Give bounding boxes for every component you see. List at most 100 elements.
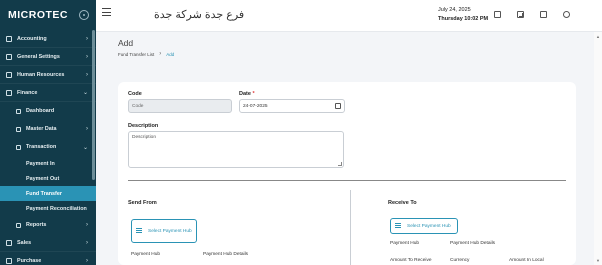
chevron-right-icon: ›	[86, 239, 88, 246]
code-label: Code	[128, 91, 142, 97]
receive-payment-hub-header: Payment Hub	[390, 241, 420, 246]
sidebar-item-purchase[interactable]: Purchase ›	[0, 252, 96, 265]
page-header: Add	[118, 38, 133, 48]
people-icon	[6, 71, 12, 78]
description-label: Description	[128, 123, 159, 129]
chevron-right-icon: ›	[86, 53, 88, 60]
sidebar-item-label: Dashboard	[26, 108, 55, 114]
list-icon	[136, 227, 142, 235]
chevron-right-icon: ›	[86, 35, 88, 42]
send-select-payment-hub-button[interactable]: Select Payment Hub	[131, 219, 197, 243]
date-field[interactable]: 24-07-2025	[239, 99, 345, 113]
receive-to-title: Receive To	[388, 200, 417, 206]
sidebar-item-payment-in[interactable]: Payment In	[0, 156, 96, 171]
chevron-right-icon: ›	[159, 51, 162, 57]
date-label: Date *	[239, 91, 255, 97]
scroll-down-icon[interactable]: ▼	[596, 258, 600, 263]
sidebar-item-label: Master Data	[26, 126, 57, 132]
date-label-text: Date	[239, 91, 251, 97]
sidebar-item-label: Payment In	[26, 160, 55, 167]
button-label: Select Payment Hub	[407, 223, 451, 229]
sidebar-item-general-settings[interactable]: General Settings ›	[0, 48, 96, 66]
purchase-icon	[6, 257, 12, 264]
sidebar-item-master-data[interactable]: Master Data ›	[0, 120, 96, 138]
book-icon[interactable]	[540, 11, 547, 18]
calculator-icon[interactable]	[494, 11, 501, 18]
chevron-right-icon: ›	[86, 257, 88, 264]
column-divider	[350, 190, 351, 265]
logo-row: MICROTEC	[0, 0, 96, 30]
sidebar: MICROTEC Accounting › General Settings ›…	[0, 0, 96, 265]
current-day-time: Thursday 10:02 PM	[438, 16, 489, 22]
current-date: July 24, 2025	[438, 7, 471, 13]
top-bar: فرع جدة شركة جدة July 24, 2025 Thursday …	[96, 0, 602, 32]
receive-select-payment-hub-button[interactable]: Select Payment Hub	[390, 218, 458, 234]
calendar-icon[interactable]	[335, 103, 341, 109]
date-value: 24-07-2025	[243, 103, 268, 109]
form-card: Code Code Date * 24-07-2025 Description …	[118, 82, 576, 265]
top-icons	[494, 11, 586, 18]
breadcrumb-current: Add	[166, 51, 175, 57]
sidebar-scrollbar[interactable]	[92, 30, 95, 180]
sidebar-item-payment-out[interactable]: Payment Out	[0, 171, 96, 186]
chevron-right-icon: ›	[86, 222, 88, 228]
sidebar-item-sales[interactable]: Sales ›	[0, 234, 96, 252]
sidebar-item-label: Purchase	[17, 257, 42, 264]
dashboard-icon	[16, 108, 21, 114]
sidebar-item-finance[interactable]: Finance ⌄	[0, 84, 96, 102]
amount-in-local-header: Amount In Local	[509, 258, 544, 263]
section-divider	[128, 180, 566, 181]
code-placeholder: Code	[132, 103, 144, 109]
settings-icon	[6, 53, 12, 60]
breadcrumb-parent[interactable]: Fund Transfer List	[118, 52, 154, 57]
description-placeholder: Description	[132, 135, 156, 140]
chevron-right-icon: ›	[86, 71, 88, 78]
sidebar-item-accounting[interactable]: Accounting ›	[0, 30, 96, 48]
send-payment-hub-header: Payment Hub	[131, 252, 161, 257]
button-label: Select Payment Hub	[148, 228, 192, 234]
send-from-title: Send From	[128, 200, 157, 206]
scroll-up-icon[interactable]: ▲	[596, 34, 600, 39]
sidebar-item-human-resources[interactable]: Human Resources ›	[0, 66, 96, 84]
description-textarea[interactable]: Description	[128, 131, 344, 168]
master-data-icon	[16, 126, 21, 132]
sidebar-item-label: Reports	[26, 222, 47, 228]
sidebar-item-fund-transfer[interactable]: Fund Transfer	[0, 186, 96, 201]
sidebar-item-label: Finance	[17, 89, 38, 96]
list-icon	[395, 222, 401, 230]
user-icon[interactable]	[563, 11, 570, 18]
reports-icon	[16, 222, 21, 228]
sidebar-item-label: Payment Out	[26, 175, 60, 182]
company-name: فرع جدة شركة جدة	[154, 9, 245, 21]
required-mark: *	[252, 91, 255, 97]
sidebar-item-label: Transaction	[26, 144, 57, 150]
accounting-icon	[6, 35, 12, 42]
sidebar-item-label: Sales	[17, 239, 32, 246]
sales-icon	[6, 239, 12, 246]
sidebar-item-label: General Settings	[17, 53, 60, 60]
resize-handle-icon[interactable]	[338, 162, 342, 166]
menu-icon[interactable]	[102, 8, 111, 17]
sidebar-item-label: Human Resources	[17, 71, 65, 78]
code-field: Code	[128, 99, 232, 113]
sidebar-toggle-icon[interactable]	[79, 10, 89, 20]
send-payment-hub-details-header: Payment Hub Details	[203, 252, 249, 257]
sidebar-item-label: Payment Reconciliation	[26, 205, 87, 212]
date-time: July 24, 2025 Thursday 10:02 PM	[438, 6, 488, 24]
sidebar-item-payment-reconciliation[interactable]: Payment Reconciliation	[0, 201, 96, 216]
currency-header: Currency	[450, 258, 470, 263]
sidebar-item-reports[interactable]: Reports ›	[0, 216, 96, 234]
sidebar-item-transaction[interactable]: Transaction ⌄	[0, 138, 96, 156]
apps-grid-icon[interactable]	[517, 11, 524, 18]
chevron-right-icon: ›	[86, 126, 88, 132]
chevron-down-icon: ⌄	[82, 90, 88, 96]
chevron-down-icon: ⌄	[82, 144, 88, 151]
breadcrumb: Fund Transfer List › Add	[118, 51, 174, 57]
app-logo: MICROTEC	[8, 9, 68, 21]
main-scrollbar[interactable]: ▲ ▼	[594, 32, 602, 265]
sidebar-item-label: Fund Transfer	[26, 190, 62, 197]
sidebar-item-dashboard[interactable]: Dashboard	[0, 102, 96, 120]
amount-to-receive-header: Amount To Receive	[390, 258, 432, 263]
receive-payment-hub-details-header: Payment Hub Details	[450, 241, 496, 246]
transaction-icon	[16, 144, 21, 150]
